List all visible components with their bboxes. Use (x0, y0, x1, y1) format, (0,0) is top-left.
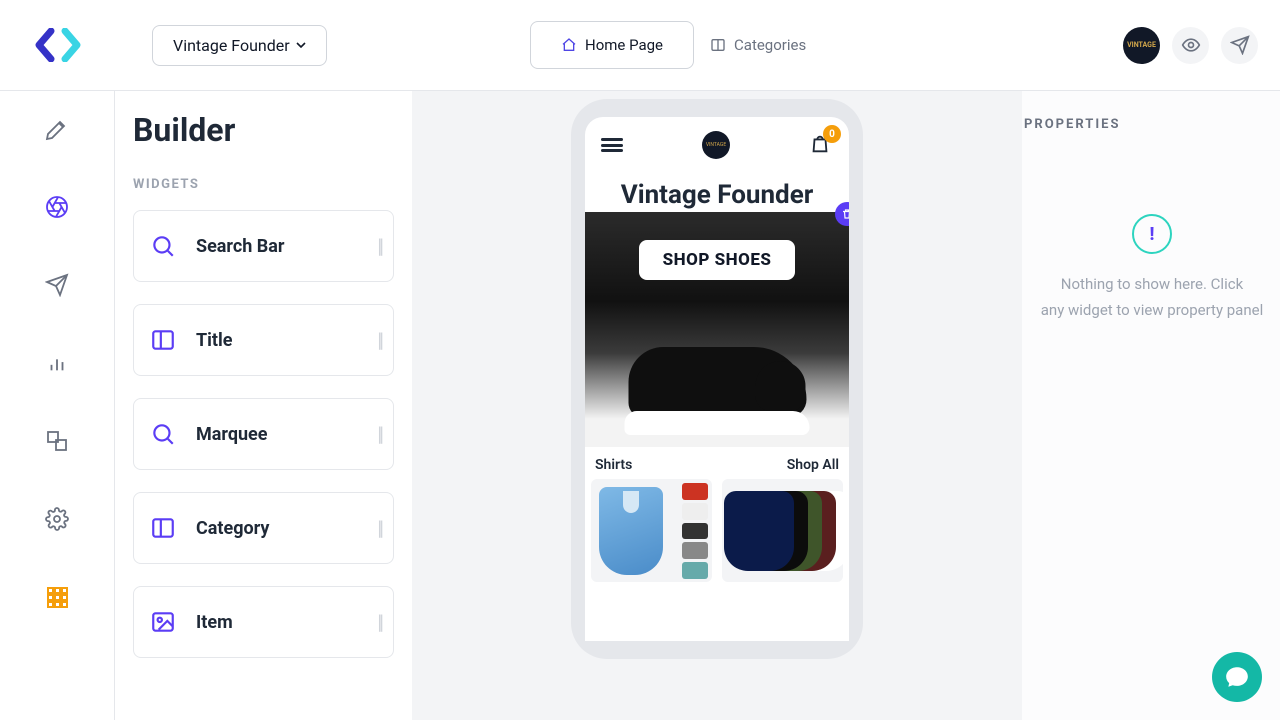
store-avatar[interactable]: VINTAGE (1123, 27, 1160, 64)
rail-components[interactable] (43, 427, 71, 455)
properties-empty-text: any widget to view property panel (1041, 298, 1263, 324)
preview-button[interactable] (1172, 27, 1209, 64)
nav-categories-label: Categories (734, 36, 806, 54)
product-card[interactable] (591, 479, 712, 582)
search-icon (150, 421, 176, 447)
nav-home-page[interactable]: Home Page (530, 21, 694, 69)
widget-item[interactable]: Item || (133, 586, 394, 658)
rail-settings[interactable] (43, 505, 71, 533)
layout-icon (150, 327, 176, 353)
canvas-area: VINTAGE 0 Vintage Founder ↑↓ SHOP SHOES (412, 91, 1022, 720)
widget-label: Marquee (196, 424, 268, 445)
trash-icon (841, 208, 849, 220)
hamburger-icon[interactable] (601, 138, 623, 152)
send-icon (1230, 35, 1250, 55)
nav-categories[interactable]: Categories (710, 36, 806, 54)
cart-count-badge: 0 (823, 125, 841, 143)
section-shop-all-link[interactable]: Shop All (787, 457, 839, 473)
properties-empty-text: Nothing to show here. Click (1041, 272, 1263, 298)
drag-handle-icon[interactable]: || (377, 328, 381, 352)
publish-button[interactable] (1221, 27, 1258, 64)
chat-icon (1224, 664, 1250, 690)
rail-grid[interactable] (43, 583, 71, 611)
widgets-section-label: WIDGETS (133, 177, 394, 192)
info-icon: ! (1132, 214, 1172, 254)
widget-category[interactable]: Category || (133, 492, 394, 564)
hero-product-image (625, 335, 810, 435)
widget-label: Search Bar (196, 236, 285, 257)
product-card[interactable] (722, 479, 843, 582)
rail-analytics[interactable] (43, 349, 71, 377)
widget-label: Category (196, 518, 269, 539)
phone-screen[interactable]: VINTAGE 0 Vintage Founder ↑↓ SHOP SHOES (585, 117, 849, 641)
widget-label: Title (196, 330, 233, 351)
store-selector-label: Vintage Founder (173, 36, 290, 55)
store-selector-dropdown[interactable]: Vintage Founder (152, 25, 327, 66)
caret-down-icon (296, 42, 306, 48)
preview-store-logo: VINTAGE (702, 131, 730, 159)
rail-aperture[interactable] (43, 193, 71, 221)
image-icon (150, 609, 176, 635)
drag-handle-icon[interactable]: || (377, 422, 381, 446)
columns-icon (710, 37, 726, 53)
layout-icon (150, 515, 176, 541)
section-title: Shirts (595, 457, 632, 473)
search-icon (150, 233, 176, 259)
drag-handle-icon[interactable]: || (377, 234, 381, 258)
widget-label: Item (196, 612, 233, 633)
hero-widget[interactable]: SHOP SHOES (585, 212, 849, 447)
rail-send[interactable] (43, 271, 71, 299)
phone-frame: VINTAGE 0 Vintage Founder ↑↓ SHOP SHOES (571, 99, 863, 659)
hero-cta-button[interactable]: SHOP SHOES (639, 240, 796, 280)
drag-handle-icon[interactable]: || (377, 610, 381, 634)
widget-title[interactable]: Title || (133, 304, 394, 376)
widget-search-bar[interactable]: Search Bar || (133, 210, 394, 282)
drag-handle-icon[interactable]: || (377, 516, 381, 540)
properties-heading: PROPERTIES (1024, 117, 1280, 132)
widget-marquee[interactable]: Marquee || (133, 398, 394, 470)
builder-title: Builder (133, 111, 394, 149)
builder-panel: Builder WIDGETS Search Bar || Title || M… (115, 91, 412, 700)
properties-panel: PROPERTIES ! Nothing to show here. Click… (1022, 91, 1280, 720)
rail-pen-tool[interactable] (43, 115, 71, 143)
eye-icon (1181, 35, 1201, 55)
support-chat-button[interactable] (1212, 652, 1262, 702)
nav-home-label: Home Page (585, 36, 663, 54)
preview-store-title: Vintage Founder (585, 180, 849, 210)
home-icon (561, 37, 577, 53)
cart-button[interactable]: 0 (809, 133, 833, 157)
app-logo (0, 28, 115, 62)
